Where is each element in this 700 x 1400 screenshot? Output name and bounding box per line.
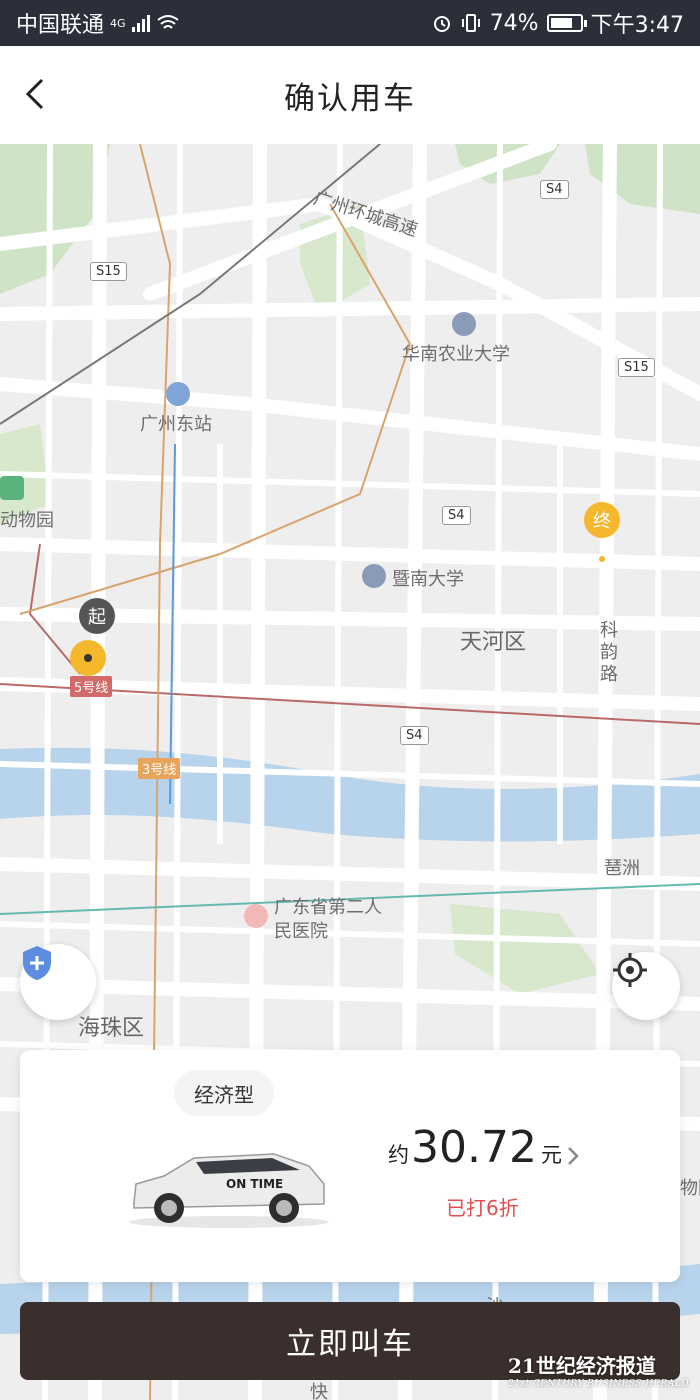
map-label-kuai: 快	[310, 1382, 328, 1400]
publisher-watermark: 21世纪经济报道 21st CENTURY BUSINESS HERALD	[508, 1350, 689, 1389]
watermark-subtitle: 21st CENTURY BUSINESS HERALD	[508, 1379, 690, 1389]
road-shield: S4	[442, 506, 471, 525]
start-location-dot	[70, 640, 106, 676]
map-label-scau: 华南农业大学	[402, 344, 510, 365]
status-bar: 中国联通 4G 74% 下午3:47	[0, 0, 700, 46]
price-estimate: 约 30.72 元	[388, 1122, 562, 1173]
price-value: 30.72	[411, 1122, 537, 1173]
map-label-zoo: 动物园	[0, 510, 54, 531]
clock: 下午3:47	[590, 13, 684, 38]
car-image: ON TIME	[129, 1153, 329, 1228]
end-marker: 终	[584, 502, 620, 538]
road-shield: S4	[400, 726, 429, 745]
shield-plus-icon	[23, 946, 51, 980]
map-label-district: 天河区	[460, 630, 527, 655]
car-brand-text: ON TIME	[226, 1177, 283, 1191]
locate-button[interactable]	[612, 952, 680, 1020]
map-label-hospital: 广东省第二人民医院	[274, 897, 382, 942]
battery-percent: 74%	[489, 10, 539, 36]
park-area	[585, 144, 700, 214]
car-type-chip[interactable]: 经济型	[174, 1070, 274, 1116]
discount-label: 已打6折	[446, 1196, 519, 1220]
crosshair-locate-icon	[613, 953, 647, 987]
map-label-station: 广州东站	[140, 414, 212, 435]
road-shield: S15	[90, 262, 127, 281]
metro-badge-line3: 3号线	[138, 758, 181, 779]
back-chevron-icon[interactable]	[18, 72, 58, 116]
battery-icon	[546, 14, 587, 32]
park-area	[450, 904, 600, 994]
map-label-jinan: 暨南大学	[392, 569, 464, 590]
train-station-icon	[166, 382, 190, 406]
carrier-label: 中国联通	[16, 13, 105, 38]
end-location-dot	[599, 556, 605, 562]
map-label-pazhou: 琶洲	[604, 858, 640, 879]
metro-badge-line5: 5号线	[70, 676, 113, 697]
ride-option-card[interactable]: 经济型 ON TIME 约 30.72 元 已打6折	[20, 1050, 680, 1282]
hospital-icon	[244, 904, 268, 928]
price-prefix: 约	[388, 1143, 409, 1167]
map-label-road: 科韵路	[600, 620, 618, 685]
zoo-icon	[0, 476, 24, 500]
safety-button[interactable]	[20, 944, 96, 1020]
start-marker: 起	[79, 598, 115, 634]
signal-icon	[131, 14, 150, 32]
price-unit: 元	[540, 1143, 562, 1167]
chevron-right-icon[interactable]	[565, 1144, 581, 1168]
map-label-district: 海珠区	[78, 1016, 145, 1041]
river	[0, 747, 700, 842]
page-title: 确认用车	[284, 80, 416, 117]
road-shield: S4	[540, 180, 569, 199]
university-icon	[452, 312, 476, 336]
nav-header: 确认用车	[0, 46, 700, 144]
vibrate-icon	[461, 14, 480, 32]
watermark-title: 21世纪经济报道	[508, 1354, 656, 1378]
alarm-icon	[433, 16, 450, 32]
wifi-icon	[156, 15, 179, 29]
road-shield: S15	[618, 358, 655, 377]
network-label: 4G	[110, 16, 126, 30]
university-icon	[362, 564, 386, 588]
map-label-edge: 物园	[680, 1178, 700, 1199]
